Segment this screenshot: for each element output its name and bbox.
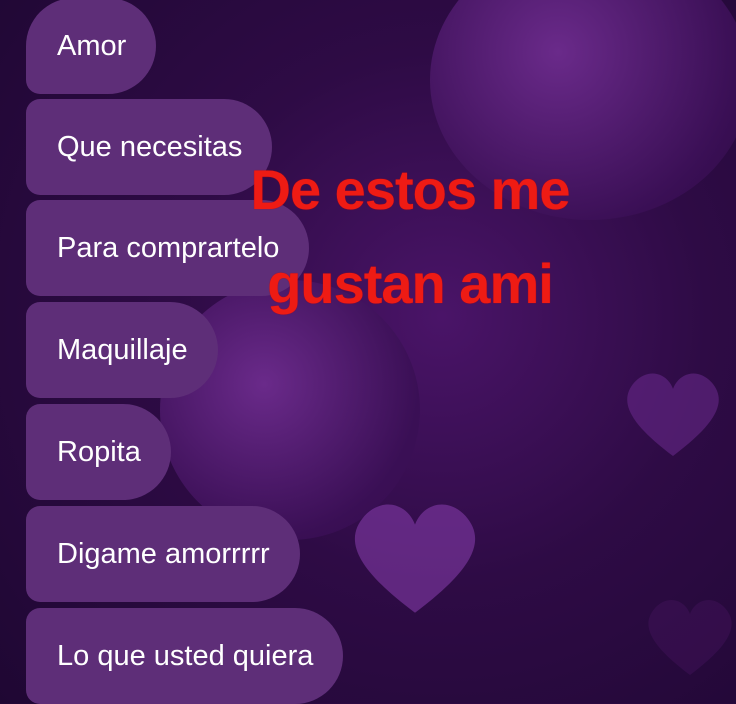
message-bubble[interactable]: Lo que usted quiera xyxy=(26,608,344,704)
message-text: Amor xyxy=(57,29,127,62)
caption-line-1: De estos me xyxy=(250,158,571,221)
message-text: Que necesitas xyxy=(57,130,243,163)
message-text: Lo que usted quiera xyxy=(57,639,314,672)
caption-line-2: gustan ami xyxy=(267,252,554,315)
caption-overlay: De estos me gustan ami xyxy=(200,162,620,312)
message-text: Ropita xyxy=(57,435,141,468)
message-text: Digame amorrrrr xyxy=(57,537,270,570)
heart-icon xyxy=(354,504,476,613)
message-bubble[interactable]: Maquillaje xyxy=(26,302,218,398)
message-text: Maquillaje xyxy=(57,333,188,366)
message-bubble[interactable]: Amor xyxy=(26,0,157,94)
heart-icon xyxy=(648,600,732,675)
message-bubble[interactable]: Digame amorrrrr xyxy=(26,506,300,602)
heart-icon xyxy=(627,373,719,456)
message-bubble[interactable]: Ropita xyxy=(26,404,171,500)
